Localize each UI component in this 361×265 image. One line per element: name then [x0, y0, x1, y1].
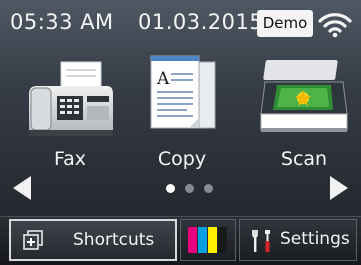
bottom-bar: Shortcuts Settings: [0, 216, 361, 265]
ink-cartridges-icon: [188, 227, 227, 253]
clock-time: 05:33 AM: [10, 10, 114, 34]
fax-button[interactable]: Fax: [18, 52, 122, 190]
scan-button[interactable]: Scan: [252, 52, 356, 190]
fax-label: Fax: [53, 148, 87, 170]
copy-label: Copy: [157, 148, 207, 170]
wifi-icon[interactable]: [318, 10, 352, 38]
page-dot-active: [166, 184, 175, 193]
page-dot: [185, 184, 194, 193]
scanner-icon: [260, 60, 348, 132]
arrow-right-icon[interactable]: [330, 176, 348, 200]
ink-button[interactable]: [180, 219, 236, 261]
shortcuts-button[interactable]: Shortcuts: [9, 219, 177, 261]
page-indicator: [166, 184, 226, 196]
add-shortcut-icon: [23, 230, 43, 250]
copy-button[interactable]: A Copy: [130, 52, 234, 190]
scan-label: Scan: [280, 148, 328, 170]
copy-documents-icon: A: [150, 55, 216, 129]
svg-text:A: A: [156, 69, 170, 89]
fax-machine-icon: [29, 61, 113, 136]
status-bar: 05:33 AM 01.03.2015 Demo: [0, 0, 361, 52]
arrow-left-icon[interactable]: [13, 176, 31, 200]
settings-label: Settings: [280, 229, 350, 249]
demo-badge[interactable]: Demo: [257, 10, 313, 37]
clock-date: 01.03.2015: [138, 10, 264, 34]
settings-button[interactable]: Settings: [239, 219, 357, 261]
page-dot: [204, 184, 213, 193]
shortcuts-label: Shortcuts: [73, 230, 155, 250]
home-screen: 05:33 AM 01.03.2015 Demo Fax A Copy Scan…: [0, 0, 361, 265]
tools-icon: [252, 230, 270, 252]
